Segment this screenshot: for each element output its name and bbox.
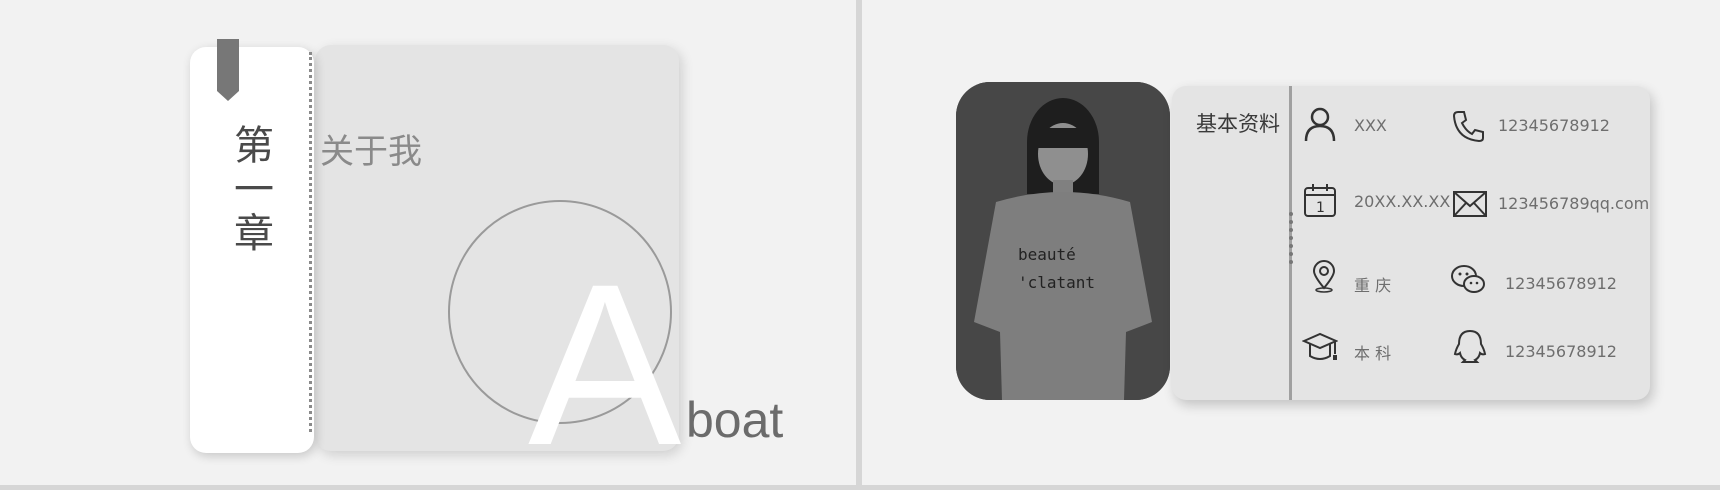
profile-photo: beauté 'clatant: [956, 82, 1170, 400]
card-divider-dots: [1289, 212, 1297, 264]
wechat-icon: [1451, 265, 1485, 293]
qq-value: 12345678912: [1505, 342, 1617, 361]
calendar-icon: 1: [1304, 184, 1336, 217]
perforation-line: [309, 52, 316, 432]
bookmark-icon: [217, 39, 239, 101]
subtitle-word: boat: [686, 392, 784, 448]
slide-chapter-about: 第一章 关于我 A boat: [0, 0, 856, 485]
big-letter: A: [528, 236, 682, 485]
bottom-bar: [0, 485, 1720, 490]
graduation-cap-icon: [1302, 332, 1338, 360]
name-value: XXX: [1354, 116, 1387, 135]
section-title: 关于我: [320, 132, 422, 172]
shirt-text-2: 'clatant: [1018, 273, 1095, 292]
birthday-value: 20XX.XX.XX: [1354, 192, 1451, 211]
wechat-value: 12345678912: [1505, 274, 1617, 293]
education-value: 本 科: [1354, 344, 1392, 363]
phone-value: 12345678912: [1498, 116, 1610, 135]
qq-icon: [1453, 329, 1487, 363]
chapter-title: 第一章: [227, 124, 273, 256]
shirt-text-1: beauté: [1018, 245, 1076, 264]
location-value: 重 庆: [1354, 276, 1392, 295]
email-value: 123456789qq.com: [1498, 194, 1650, 213]
user-icon: [1304, 107, 1336, 142]
location-icon: [1312, 260, 1336, 293]
phone-icon: [1452, 111, 1484, 143]
card-header: 基本资料: [1196, 112, 1280, 136]
svg-text:1: 1: [1316, 200, 1325, 216]
mail-icon: [1453, 191, 1487, 217]
